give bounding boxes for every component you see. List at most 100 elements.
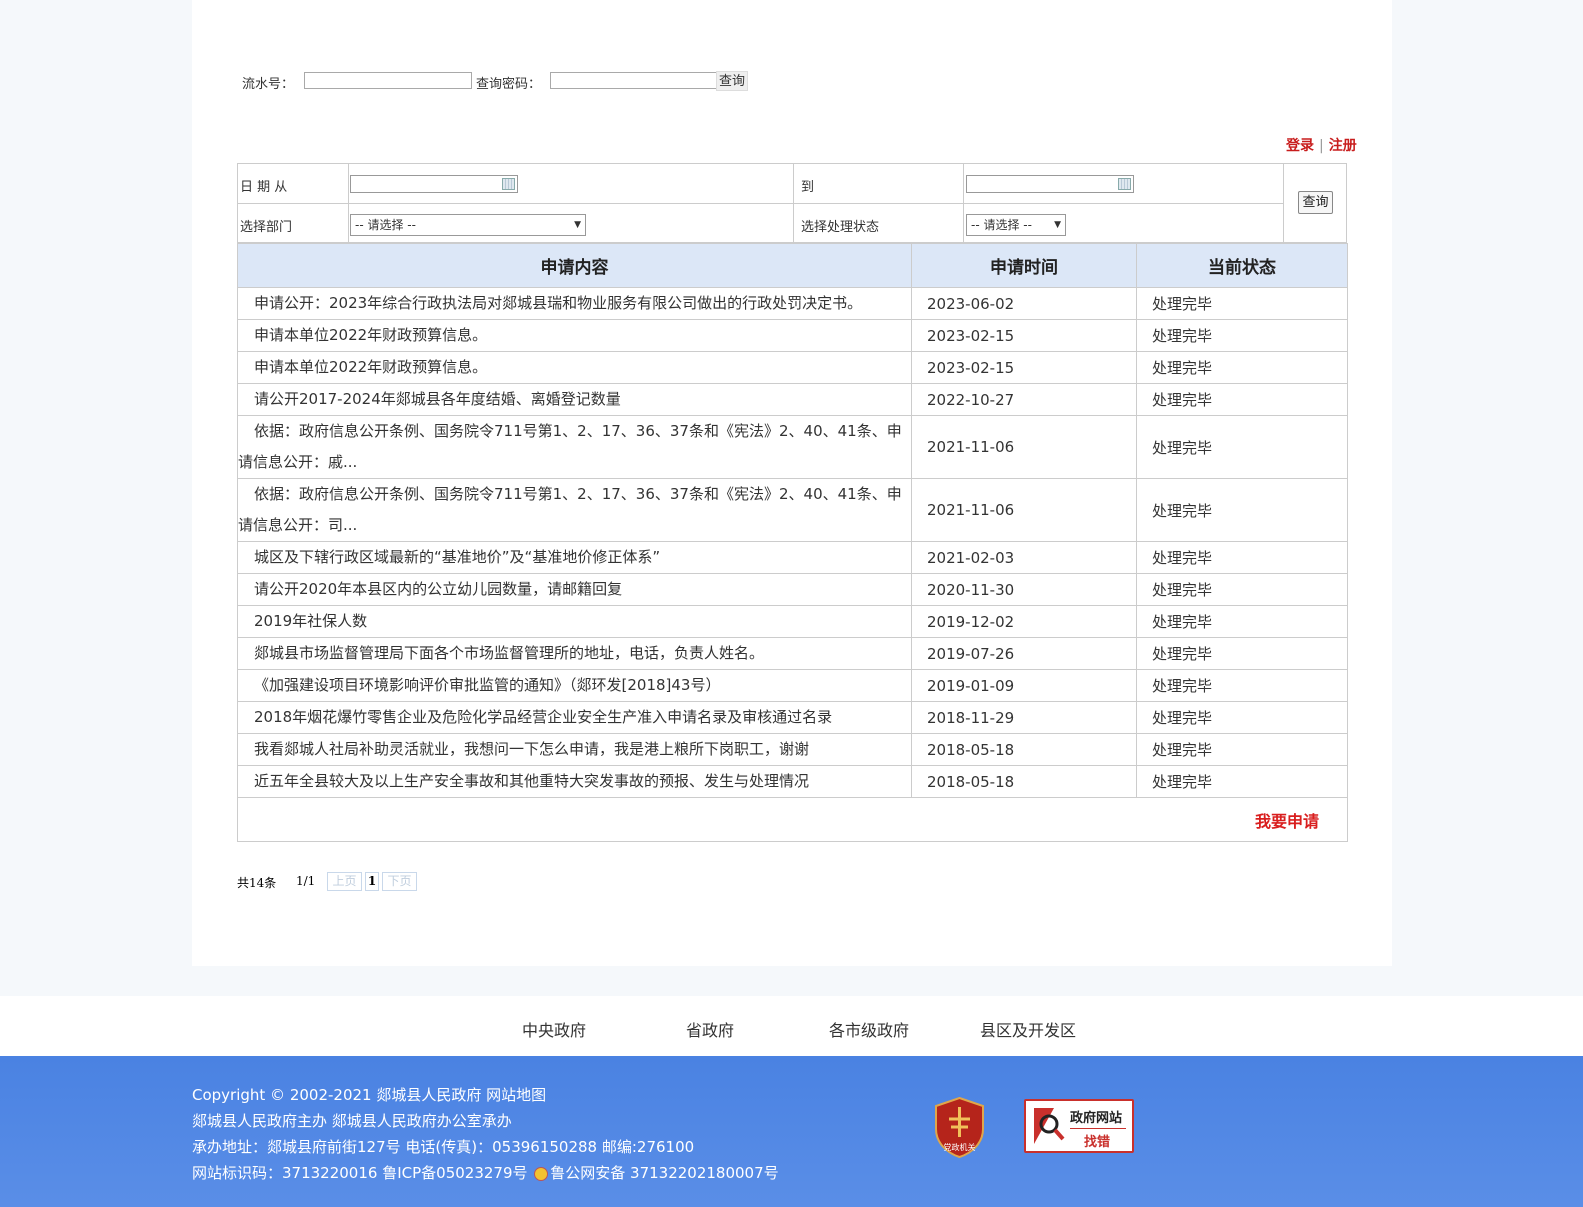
apply-link[interactable]: 我要申请 [1255,812,1319,831]
query-button[interactable]: 查询 [716,71,749,91]
row-content-link[interactable]: 《加强建设项目环境影响评价审批监管的通知》（郯环发[2018]43号） [237,669,912,702]
status-select-value: -- 请选择 -- [971,218,1032,232]
table-row: 请公开2020年本县区内的公立幼儿园数量，请邮籍回复 2020-11-30 处理完毕 [237,573,1348,606]
link-central-gov[interactable]: 中央政府 [522,1017,586,1041]
table-row: 2018年烟花爆竹零售企业及危险化学品经营企业安全生产准入申请名录及审核通过名录… [237,701,1348,734]
date-from-input[interactable] [350,175,518,193]
party-gov-badge-icon[interactable]: 党政机关 [934,1097,985,1158]
row-status: 处理完毕 [1136,733,1348,766]
apply-cell: 我要申请 [237,797,1348,842]
row-status: 处理完毕 [1136,701,1348,734]
date-to-label: 到 [801,180,815,195]
error-report-subtitle: 找错 [1084,1135,1111,1150]
header-status: 当前状态 [1136,243,1348,288]
application-table: 申请内容 申请时间 当前状态 申请公开：2023年综合行政执法局对郯城县瑞和物业… [237,243,1348,842]
table-row: 近五年全县较大及以上生产安全事故和其他重特大突发事故的预报、发生与处理情况 201… [237,765,1348,798]
auth-separator: | [1319,138,1324,154]
row-content-link[interactable]: 申请本单位2022年财政预算信息。 [237,319,912,352]
register-link[interactable]: 注册 [1329,138,1357,154]
row-content-link[interactable]: 我看郯城人社局补助灵活就业，我想问一下怎么申请，我是港上粮所下岗职工，谢谢 [237,733,912,766]
pager-current-page[interactable]: 1 [365,872,379,891]
police-badge-icon [534,1166,549,1181]
row-date: 2023-02-15 [911,351,1137,384]
dept-label: 选择部门 [240,220,293,235]
table-row: 申请本单位2022年财政预算信息。 2023-02-15 处理完毕 [237,351,1348,384]
footer-icp-text[interactable]: 网站标识码：3713220016 鲁ICP备05023279号 [192,1164,532,1182]
calendar-icon[interactable] [1118,178,1131,190]
password-input[interactable] [550,72,718,89]
row-content-link[interactable]: 近五年全县较大及以上生产安全事故和其他重特大突发事故的预报、发生与处理情况 [237,765,912,798]
date-from-label: 日 期 从 [240,180,288,195]
row-date: 2019-01-09 [911,669,1137,702]
svg-text:党政机关: 党政机关 [944,1142,976,1152]
link-county-gov[interactable]: 县区及开发区 [980,1017,1076,1041]
row-date: 2018-11-29 [911,701,1137,734]
calendar-icon[interactable] [502,178,515,190]
row-date: 2023-02-15 [911,319,1137,352]
error-report-title: 政府网站 [1070,1111,1123,1126]
row-status: 处理完毕 [1136,383,1348,416]
pager-next-button[interactable]: 下页 [382,872,417,891]
filter-query-button[interactable]: 查询 [1298,191,1333,214]
table-row: 《加强建设项目环境影响评价审批监管的通知》（郯环发[2018]43号） 2019-… [237,669,1348,702]
header-content: 申请内容 [237,243,912,288]
pager-total: 共14条 [237,876,277,890]
pager-page-info: 1/1 [296,874,316,888]
header-date: 申请时间 [911,243,1137,288]
row-content-link[interactable]: 依据：政府信息公开条例、国务院令711号第1、2、17、36、37条和《宪法》2… [237,415,912,479]
row-content-link[interactable]: 依据：政府信息公开条例、国务院令711号第1、2、17、36、37条和《宪法》2… [237,478,912,542]
row-status: 处理完毕 [1136,637,1348,670]
pager-prev-button[interactable]: 上页 [327,872,362,891]
row-status: 处理完毕 [1136,669,1348,702]
login-link[interactable]: 登录 [1286,138,1314,154]
gov-site-error-report[interactable]: 政府网站 找错 [1024,1099,1134,1153]
serial-input[interactable] [304,72,472,89]
dept-select[interactable]: -- 请选择 -- ▼ [350,214,586,236]
status-select[interactable]: -- 请选择 -- ▼ [966,214,1066,236]
table-row: 我看郯城人社局补助灵活就业，我想问一下怎么申请，我是港上粮所下岗职工，谢谢 201… [237,733,1348,766]
row-date: 2020-11-30 [911,573,1137,606]
row-date: 2018-05-18 [911,733,1137,766]
footer-police-record[interactable]: 鲁公网安备 37132202180007号 [550,1164,778,1182]
dropdown-arrow-icon: ▼ [574,220,581,230]
row-date: 2021-02-03 [911,541,1137,574]
table-row: 城区及下辖行政区域最新的“基准地价”及“基准地价修正体系” 2021-02-03 处… [237,541,1348,574]
row-content-link[interactable]: 2019年社保人数 [237,605,912,638]
row-date: 2021-11-06 [911,415,1137,479]
row-status: 处理完毕 [1136,478,1348,542]
link-province-gov[interactable]: 省政府 [686,1017,734,1041]
row-content-link[interactable]: 请公开2020年本县区内的公立幼儿园数量，请邮籍回复 [237,573,912,606]
row-status: 处理完毕 [1136,319,1348,352]
row-content-link[interactable]: 请公开2017-2024年郯城县各年度结婚、离婚登记数量 [237,383,912,416]
row-status: 处理完毕 [1136,765,1348,798]
magnifier-icon [1034,1108,1065,1144]
row-content-link[interactable]: 申请本单位2022年财政预算信息。 [237,351,912,384]
date-to-input[interactable] [966,175,1134,193]
footer-copyright: Copyright © 2002-2021 郯城县人民政府 网站地图 [192,1086,547,1104]
dept-select-value: -- 请选择 -- [355,218,416,232]
serial-label: 流水号： [242,77,295,92]
site-footer [0,1056,1583,1207]
footer-icp: 网站标识码：3713220016 鲁ICP备05023279号 鲁公网安备 37… [192,1162,779,1183]
status-label: 选择处理状态 [801,220,880,235]
dropdown-arrow-icon: ▼ [1054,220,1061,230]
row-status: 处理完毕 [1136,287,1348,320]
table-row: 申请本单位2022年财政预算信息。 2023-02-15 处理完毕 [237,319,1348,352]
row-status: 处理完毕 [1136,415,1348,479]
password-label: 查询密码： [476,77,542,92]
row-content-link[interactable]: 申请公开：2023年综合行政执法局对郯城县瑞和物业服务有限公司做出的行政处罚决定… [237,287,912,320]
row-date: 2021-11-06 [911,478,1137,542]
row-status: 处理完毕 [1136,605,1348,638]
row-content-link[interactable]: 2018年烟花爆竹零售企业及危险化学品经营企业安全生产准入申请名录及审核通过名录 [237,701,912,734]
table-row: 请公开2017-2024年郯城县各年度结婚、离婚登记数量 2022-10-27 处理… [237,383,1348,416]
table-row: 申请公开：2023年综合行政执法局对郯城县瑞和物业服务有限公司做出的行政处罚决定… [237,287,1348,320]
link-city-gov[interactable]: 各市级政府 [829,1017,909,1041]
row-content-link[interactable]: 城区及下辖行政区域最新的“基准地价”及“基准地价修正体系” [237,541,912,574]
table-row: 依据：政府信息公开条例、国务院令711号第1、2、17、36、37条和《宪法》2… [237,478,1348,542]
row-status: 处理完毕 [1136,541,1348,574]
footer-address: 承办地址：郯城县府前街127号 电话(传真)：05396150288 邮编:27… [192,1138,695,1156]
row-content-link[interactable]: 郯城县市场监督管理局下面各个市场监督管理所的地址，电话，负责人姓名。 [237,637,912,670]
row-date: 2022-10-27 [911,383,1137,416]
row-status: 处理完毕 [1136,351,1348,384]
row-status: 处理完毕 [1136,573,1348,606]
